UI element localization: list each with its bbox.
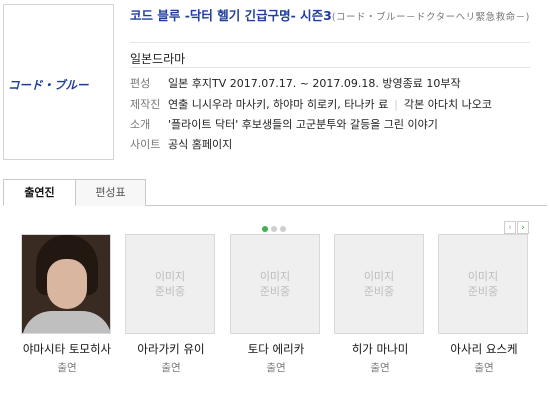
cast-name[interactable]: 야마시타 토모히사	[21, 341, 113, 357]
image-placeholder[interactable]: 이미지준비중	[334, 234, 424, 334]
carousel-dot[interactable]	[280, 226, 286, 232]
cast-name[interactable]: 아라가키 유이	[125, 341, 217, 357]
cast-role: 출연	[370, 362, 390, 374]
cast-name[interactable]: 히가 마나미	[334, 341, 426, 357]
cast-name[interactable]: 토다 에리카	[230, 341, 322, 357]
info-row-site: 사이트 공식 홈페이지	[130, 136, 232, 152]
cast-role: 출연	[474, 362, 494, 374]
cast-name[interactable]: 아사리 요스케	[438, 341, 530, 357]
placeholder-text: 준비중	[363, 285, 395, 298]
drama-poster[interactable]: コード・ブルー	[3, 4, 114, 160]
tab-bar: 출연진 편성표	[3, 179, 547, 206]
divider	[130, 42, 530, 43]
placeholder-text: 준비중	[467, 285, 499, 298]
production-writer: 각본 아다치 나오코	[403, 98, 492, 111]
cast-card[interactable]: 이미지준비중 토다 에리카 출연	[230, 234, 322, 375]
image-placeholder[interactable]: 이미지준비중	[230, 234, 320, 334]
image-placeholder[interactable]: 이미지준비중	[438, 234, 528, 334]
cast-card[interactable]: 이미지준비중 히가 마나미 출연	[334, 234, 426, 375]
prev-page-button[interactable]: ‹	[504, 221, 516, 234]
placeholder-text: 이미지	[363, 270, 395, 283]
poster-logo: コード・ブルー	[8, 78, 89, 92]
cast-card[interactable]: 야마시타 토모히사 출연	[21, 234, 113, 375]
drama-title[interactable]: 코드 블루 -닥터 헬기 긴급구명- 시즌3(コード・ブルー－ドクターヘリ緊急救…	[130, 7, 546, 27]
intro-value: '플라이트 닥터' 후보생들의 고군분투와 갈등을 그린 이야기	[168, 118, 438, 131]
photo-face	[47, 259, 87, 309]
info-row-intro: 소개 '플라이트 닥터' 후보생들의 고군분투와 갈등을 그린 이야기	[130, 116, 438, 132]
genre-label: 일본드라마	[130, 52, 186, 66]
site-label: 사이트	[130, 138, 161, 151]
cast-role: 출연	[266, 362, 286, 374]
cast-role: 출연	[57, 362, 77, 374]
broadcast-value: 일본 후지TV 2017.07.17. ~ 2017.09.18. 방영종료 1…	[168, 77, 461, 90]
title-main[interactable]: 코드 블루 -닥터 헬기 긴급구명- 시즌3	[130, 8, 332, 23]
placeholder-text: 준비중	[259, 285, 291, 298]
placeholder-text: 이미지	[154, 270, 186, 283]
info-row-production: 제작진 연출 니시우라 마사키, 하야마 히로키, 타나카 료 | 각본 아다치 나오…	[130, 96, 492, 112]
carousel-dot[interactable]	[271, 226, 277, 232]
placeholder-text: 준비중	[154, 285, 186, 298]
cast-card[interactable]: 이미지준비중 아사리 요스케 출연	[438, 234, 530, 375]
carousel-pager: ‹ ›	[503, 215, 529, 234]
cast-card[interactable]: 이미지준비중 아라가키 유이 출연	[125, 234, 217, 375]
production-label: 제작진	[130, 98, 161, 111]
cast-photo[interactable]	[21, 234, 111, 334]
tab-cast[interactable]: 출연진	[3, 179, 76, 206]
broadcast-label: 편성	[130, 77, 151, 90]
placeholder-text: 이미지	[467, 270, 499, 283]
image-placeholder[interactable]: 이미지준비중	[125, 234, 215, 334]
intro-label: 소개	[130, 118, 151, 131]
cast-role: 출연	[161, 362, 181, 374]
production-director: 연출 니시우라 마사키, 하야마 히로키, 타나카 료	[168, 98, 389, 111]
placeholder-text: 이미지	[259, 270, 291, 283]
tab-schedule[interactable]: 편성표	[76, 179, 146, 206]
info-row-broadcast: 편성 일본 후지TV 2017.07.17. ~ 2017.09.18. 방영종료…	[130, 75, 461, 91]
divider	[130, 67, 530, 68]
next-page-button[interactable]: ›	[517, 221, 529, 234]
photo-shirt	[22, 311, 110, 333]
official-site-link[interactable]: 공식 홈페이지	[168, 138, 232, 151]
carousel-dot-active[interactable]	[262, 226, 268, 232]
title-original: (コード・ブルー－ドクターヘリ緊急救命－)	[331, 12, 530, 23]
separator: |	[394, 98, 398, 111]
